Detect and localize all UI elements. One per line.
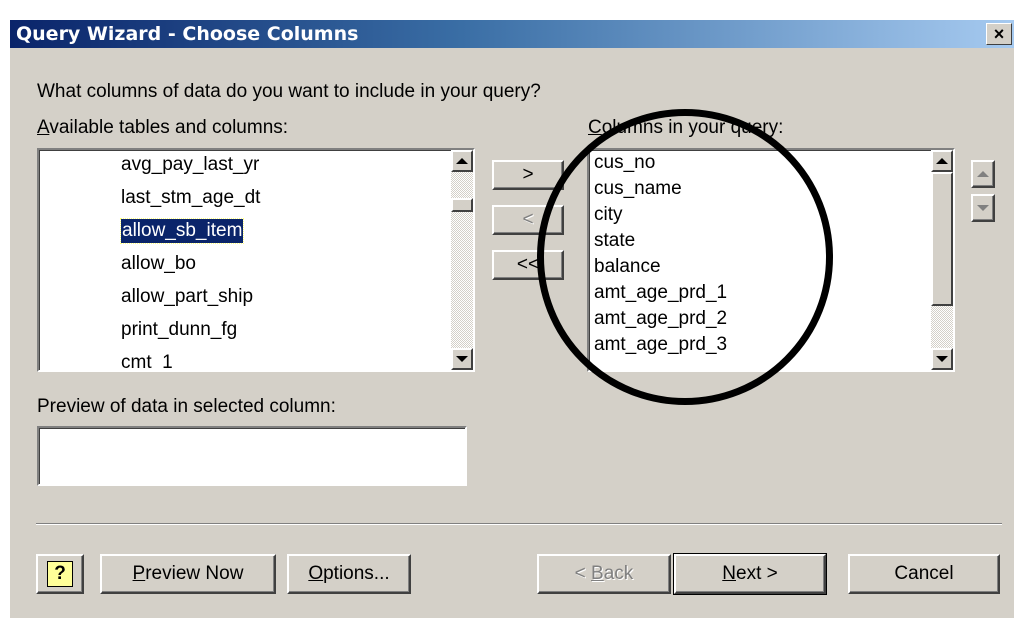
triangle-down-icon bbox=[977, 205, 989, 211]
preview-now-label: review Now bbox=[145, 563, 244, 584]
move-up-button[interactable] bbox=[971, 160, 995, 188]
list-item[interactable]: allow_sb_item bbox=[119, 218, 245, 244]
separator-line bbox=[36, 523, 1002, 525]
list-item[interactable]: amt_age_prd_1 bbox=[594, 281, 727, 305]
remove-all-columns-label: << bbox=[516, 254, 540, 275]
triangle-up-icon bbox=[936, 158, 948, 164]
add-column-label: > bbox=[522, 164, 534, 185]
triangle-down-icon bbox=[936, 356, 948, 362]
cancel-button[interactable]: Cancel bbox=[848, 554, 1000, 594]
list-item[interactable]: cus_name bbox=[594, 177, 682, 201]
triangle-up-icon bbox=[977, 171, 989, 177]
add-column-button[interactable]: > bbox=[492, 160, 564, 190]
query-columns-items: cus_no cus_name city state balance amt_age_pr… bbox=[589, 150, 931, 370]
remove-column-button[interactable]: < bbox=[492, 205, 564, 235]
title-bar: Query Wizard - Choose Columns × bbox=[10, 20, 1014, 48]
triangle-up-icon bbox=[456, 158, 468, 164]
list-item[interactable]: amt_age_prd_2 bbox=[594, 307, 727, 331]
list-item[interactable]: avg_pay_last_yr bbox=[121, 153, 259, 177]
close-button[interactable]: × bbox=[986, 23, 1012, 45]
close-icon: × bbox=[993, 24, 1005, 44]
preview-field bbox=[37, 426, 467, 486]
available-columns-label-text: vailable tables and columns: bbox=[49, 117, 289, 138]
query-columns-label: Columns in your query: bbox=[588, 117, 784, 138]
move-down-button[interactable] bbox=[971, 194, 995, 222]
next-button[interactable]: Next > bbox=[673, 553, 827, 595]
window-title: Query Wizard - Choose Columns bbox=[16, 23, 359, 45]
list-item[interactable]: last_stm_age_dt bbox=[121, 186, 260, 210]
help-icon: ? bbox=[47, 561, 73, 587]
query-columns-label-text: olumns in your query: bbox=[601, 117, 784, 138]
list-item[interactable]: amt_age_prd_3 bbox=[594, 333, 727, 357]
available-columns-label: Available tables and columns: bbox=[37, 117, 289, 138]
list-item[interactable]: balance bbox=[594, 255, 661, 279]
scroll-down-button[interactable] bbox=[451, 348, 473, 370]
scroll-down-button[interactable] bbox=[931, 348, 953, 370]
available-columns-items: avg_pay_last_yr last_stm_age_dt allow_sb_i… bbox=[39, 150, 451, 370]
list-item[interactable]: state bbox=[594, 229, 635, 253]
cancel-label: Cancel bbox=[894, 563, 954, 584]
help-button[interactable]: ? bbox=[36, 554, 84, 594]
remove-column-label: < bbox=[522, 209, 534, 230]
list-item[interactable]: allow_bo bbox=[121, 252, 196, 276]
list-item[interactable]: print_dunn_fg bbox=[121, 318, 237, 342]
preview-label: Preview of data in selected column: bbox=[37, 396, 336, 417]
back-button[interactable]: < Back bbox=[537, 554, 671, 594]
back-label: < Back bbox=[574, 563, 634, 584]
options-label: ptions... bbox=[323, 563, 390, 584]
query-wizard-dialog: Query Wizard - Choose Columns × What col… bbox=[10, 20, 1014, 618]
query-columns-list[interactable]: cus_no cus_name city state balance amt_age_pr… bbox=[587, 148, 955, 372]
list-item[interactable]: cmt_1 bbox=[121, 351, 173, 370]
remove-all-columns-button[interactable]: << bbox=[492, 250, 564, 280]
prompt-text: What columns of data do you want to incl… bbox=[37, 81, 541, 102]
list-item[interactable]: allow_part_ship bbox=[121, 285, 253, 309]
scroll-thumb[interactable] bbox=[451, 198, 473, 212]
options-button[interactable]: Options... bbox=[287, 554, 411, 594]
list-item[interactable]: cus_no bbox=[594, 151, 655, 175]
available-columns-scrollbar[interactable] bbox=[451, 150, 473, 370]
scroll-up-button[interactable] bbox=[451, 150, 473, 172]
query-columns-scrollbar[interactable] bbox=[931, 150, 953, 370]
scroll-thumb[interactable] bbox=[931, 172, 953, 306]
triangle-down-icon bbox=[456, 356, 468, 362]
available-columns-list[interactable]: avg_pay_last_yr last_stm_age_dt allow_sb_i… bbox=[37, 148, 475, 372]
next-label: Next > bbox=[722, 563, 778, 584]
scroll-up-button[interactable] bbox=[931, 150, 953, 172]
list-item[interactable]: city bbox=[594, 203, 623, 227]
preview-now-button[interactable]: Preview Now bbox=[100, 554, 276, 594]
